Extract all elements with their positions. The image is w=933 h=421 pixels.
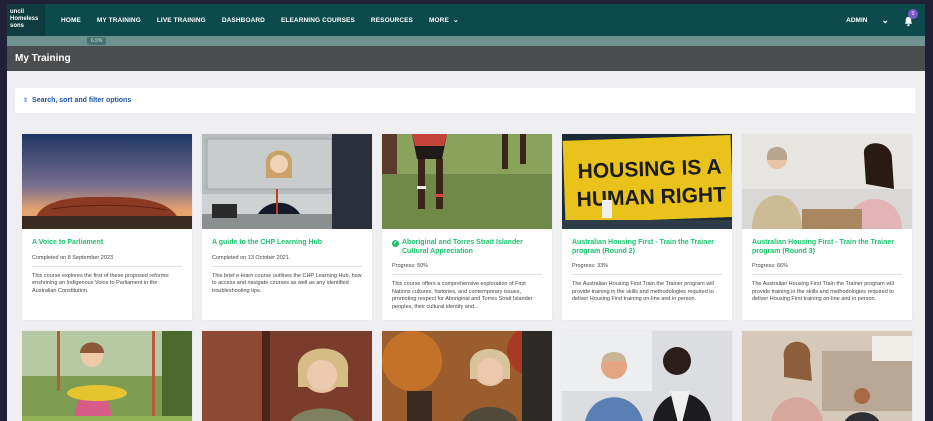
- nav-home[interactable]: HOME: [61, 17, 81, 24]
- course-status: Progress: 50%: [392, 263, 429, 269]
- course-image-housing-sign: HOUSING IS A HUMAN RIGHT: [562, 134, 732, 229]
- user-menu-label: ADMIN: [846, 16, 868, 24]
- course-title[interactable]: Australian Housing First - Train the Tra…: [572, 239, 722, 256]
- search-sort-filter-toggle[interactable]: ⇕ Search, sort and filter options: [15, 88, 915, 113]
- course-image-man-in-conversation: [562, 331, 732, 421]
- course-description: This brief e-learn course outlines the C…: [212, 272, 362, 294]
- progress-indicator: 6.5%: [87, 37, 107, 45]
- course-status: Progress: 66%: [752, 263, 789, 269]
- course-title-text: Aboriginal and Torres Strait Islander Cu…: [402, 239, 523, 255]
- course-title[interactable]: ✓ Aboriginal and Torres Strait Islander …: [392, 239, 542, 256]
- course-description: The Australian Housing First Train the T…: [752, 281, 894, 302]
- course-title[interactable]: A Voice to Parliament: [32, 239, 182, 248]
- logo-line: sons: [10, 23, 25, 29]
- course-image-child-on-swing: [22, 331, 192, 421]
- course-card[interactable]: Australian Housing First - Train the Tra…: [742, 134, 912, 320]
- course-description: The Australian Housing First Train the T…: [572, 281, 714, 302]
- course-image-two-women-talking: [742, 134, 912, 229]
- logo-line: Homeless: [10, 16, 39, 22]
- divider: [572, 274, 722, 275]
- page-title: My Training: [15, 53, 71, 64]
- course-card[interactable]: HOUSING IS A HUMAN RIGHT Australian Hous…: [562, 134, 732, 320]
- sort-arrows-icon: ⇕: [23, 98, 29, 104]
- notification-count-badge: 0: [908, 9, 918, 19]
- course-title-text: Australian Housing First - Train the Tra…: [752, 239, 894, 255]
- user-menu[interactable]: ADMIN ⌄: [846, 15, 889, 26]
- course-card[interactable]: A guide to the CHP Learning Hub Complete…: [202, 134, 372, 320]
- chevron-down-icon: ⌄: [881, 14, 889, 25]
- nav-more-menu[interactable]: MORE ⌄: [429, 16, 459, 25]
- nav-dashboard[interactable]: DASHBOARD: [222, 17, 265, 24]
- nav-right-group: ADMIN ⌄ 0: [846, 4, 925, 36]
- course-card[interactable]: [382, 331, 552, 421]
- course-title-text: A Voice to Parliament: [32, 239, 104, 246]
- top-navigation: uncil Homeless sons HOME MY TRAINING LIV…: [7, 4, 925, 36]
- nav-elearning-courses[interactable]: ELEARNING COURSES: [281, 17, 355, 24]
- notifications-button[interactable]: 0: [903, 9, 919, 27]
- course-status: Completed on 8 September 2023: [32, 254, 114, 261]
- course-description: This course offers a comprehensive explo…: [392, 281, 533, 310]
- course-description: This course explores the first of these …: [32, 272, 170, 294]
- course-title-text: A guide to the CHP Learning Hub: [212, 239, 323, 246]
- page-header: My Training: [7, 46, 925, 71]
- course-card[interactable]: [202, 331, 372, 421]
- course-status: Completed on 13 October 2021.: [212, 254, 291, 261]
- chevron-down-icon: ⌄: [452, 17, 459, 24]
- progress-strip: 6.5%: [7, 36, 925, 46]
- course-card[interactable]: [22, 331, 192, 421]
- nav-my-training[interactable]: MY TRAINING: [97, 17, 141, 24]
- divider: [32, 265, 182, 267]
- course-title[interactable]: Australian Housing First - Train the Tra…: [752, 239, 902, 256]
- course-card[interactable]: A Voice to Parliament Completed on 8 Sep…: [22, 134, 192, 320]
- filter-toggle-label: Search, sort and filter options: [32, 97, 132, 104]
- divider: [392, 274, 542, 275]
- course-card[interactable]: [562, 331, 732, 421]
- course-image-woman-on-couch: [742, 331, 912, 421]
- divider: [212, 265, 362, 267]
- course-card[interactable]: [742, 331, 912, 421]
- course-image-older-woman-brick-wall: [202, 331, 372, 421]
- check-circle-icon: ✓: [392, 240, 399, 247]
- course-title-text: Australian Housing First - Train the Tra…: [572, 239, 714, 255]
- course-image-uluru: [22, 134, 192, 229]
- logo-line: uncil: [10, 9, 25, 15]
- site-logo[interactable]: uncil Homeless sons: [7, 4, 45, 36]
- nav-live-training[interactable]: LIVE TRAINING: [157, 17, 206, 24]
- divider: [752, 274, 902, 275]
- course-card[interactable]: ✓ Aboriginal and Torres Strait Islander …: [382, 134, 552, 320]
- course-image-woman-at-desk: [202, 134, 372, 229]
- course-status: Progress: 33%: [572, 263, 609, 269]
- nav-more-label: MORE: [429, 16, 449, 24]
- app-window: uncil Homeless sons HOME MY TRAINING LIV…: [7, 4, 925, 421]
- course-image-older-woman-autumn: [382, 331, 552, 421]
- course-image-dancers: [382, 134, 552, 229]
- nav-resources[interactable]: RESOURCES: [371, 17, 413, 24]
- course-title[interactable]: A guide to the CHP Learning Hub: [212, 239, 362, 248]
